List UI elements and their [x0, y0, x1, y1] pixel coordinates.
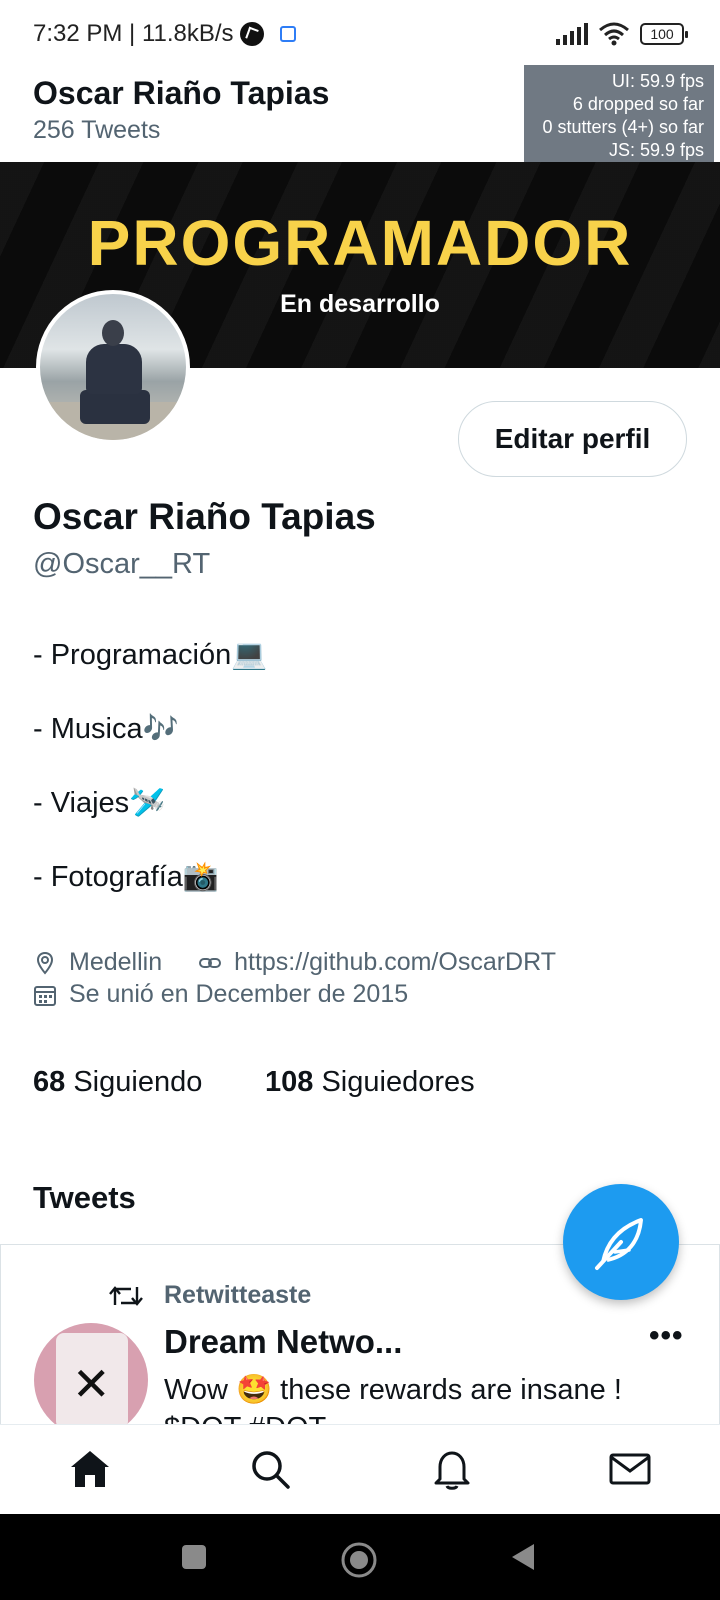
bottom-navigation — [0, 1424, 720, 1514]
following-count[interactable]: 68 Siguiendo — [33, 1066, 202, 1099]
bio-line: - Programación💻 — [33, 639, 268, 671]
app-notification-icon — [239, 22, 264, 46]
edit-profile-button[interactable]: Editar perfil — [458, 401, 687, 477]
following-label: Siguiendo — [73, 1066, 203, 1098]
fps-ui: UI: 59.9 fps — [611, 71, 704, 91]
profile-location: Medellin — [69, 948, 163, 976]
home-button-icon[interactable] — [340, 1541, 378, 1579]
signal-icon — [556, 23, 588, 45]
wifi-icon — [599, 22, 629, 46]
retweet-icon — [109, 1286, 143, 1306]
avatar-photo-body — [86, 344, 142, 394]
followers-label: Siguiedores — [321, 1066, 475, 1098]
search-icon[interactable] — [246, 1445, 294, 1493]
home-icon[interactable] — [66, 1445, 114, 1493]
tweets-heading: Tweets — [33, 1180, 136, 1215]
retweet-label: Retwitteaste — [164, 1281, 312, 1309]
status-bar: 7:32 PM | 11.8kB/s 100 — [0, 0, 720, 66]
tweet-text: Wow 🤩 these rewards are insane ! $DOT #D… — [164, 1374, 622, 1424]
banner-title: PROGRAMADOR — [87, 207, 633, 279]
status-right: 100 — [556, 22, 688, 46]
profile-handle: @Oscar__RT — [33, 548, 211, 580]
profile-meta-row: Se unió en December de 2015 — [33, 980, 408, 1009]
bio-line: - Musica🎶 — [33, 713, 179, 745]
fps-dropped: 6 dropped so far — [572, 94, 704, 114]
recent-apps-icon[interactable] — [178, 1541, 210, 1573]
fps-stutters: 0 stutters (4+) so far — [542, 117, 704, 137]
tweet-avatar-logo: ✕ — [72, 1358, 111, 1410]
header-title: Oscar Riaño Tapias — [33, 75, 330, 111]
calendar-notification-icon — [279, 26, 296, 42]
bio-line: - Fotografía📸 — [33, 861, 220, 893]
fps-monitor-overlay: UI: 59.9 fps 6 dropped so far 0 stutters… — [524, 65, 714, 163]
profile-meta-row: Medellin https://github.com/OscarDRT — [33, 948, 556, 977]
bio-line: - Viajes🛩️ — [33, 787, 166, 819]
bell-icon[interactable] — [428, 1445, 476, 1493]
fps-js: JS: 59.9 fps — [608, 140, 704, 160]
profile-joined-date: Se unió en December de 2015 — [69, 980, 409, 1008]
following-number: 68 — [33, 1066, 66, 1098]
profile-avatar[interactable] — [36, 290, 190, 444]
battery-icon: 100 — [640, 23, 688, 45]
followers-number: 108 — [265, 1066, 314, 1098]
location-pin-icon — [36, 951, 54, 975]
profile-website-link[interactable]: https://github.com/OscarDRT — [234, 948, 556, 977]
profile-name: Oscar Riaño Tapias — [33, 496, 376, 537]
mail-icon[interactable] — [606, 1445, 654, 1493]
system-navigation-bar — [0, 1514, 720, 1600]
followers-count[interactable]: 108 Siguiedores — [265, 1066, 475, 1099]
compose-tweet-button[interactable] — [563, 1184, 679, 1300]
link-icon — [199, 957, 222, 968]
calendar-icon — [34, 985, 56, 1006]
tweet-more-options-button[interactable]: ••• — [649, 1319, 684, 1353]
tweet-author-name[interactable]: Dream Netwo... — [164, 1323, 402, 1361]
avatar-photo-legs — [80, 390, 150, 424]
feather-icon — [595, 1218, 643, 1270]
status-left: 7:32 PM | 11.8kB/s — [33, 20, 296, 48]
avatar-photo-head — [102, 320, 124, 346]
tweet-author-avatar[interactable]: ✕ — [34, 1323, 148, 1424]
back-icon[interactable] — [508, 1541, 538, 1573]
header-tweet-count: 256 Tweets — [33, 116, 161, 144]
status-time-speed: 7:32 PM | 11.8kB/s — [33, 20, 234, 47]
